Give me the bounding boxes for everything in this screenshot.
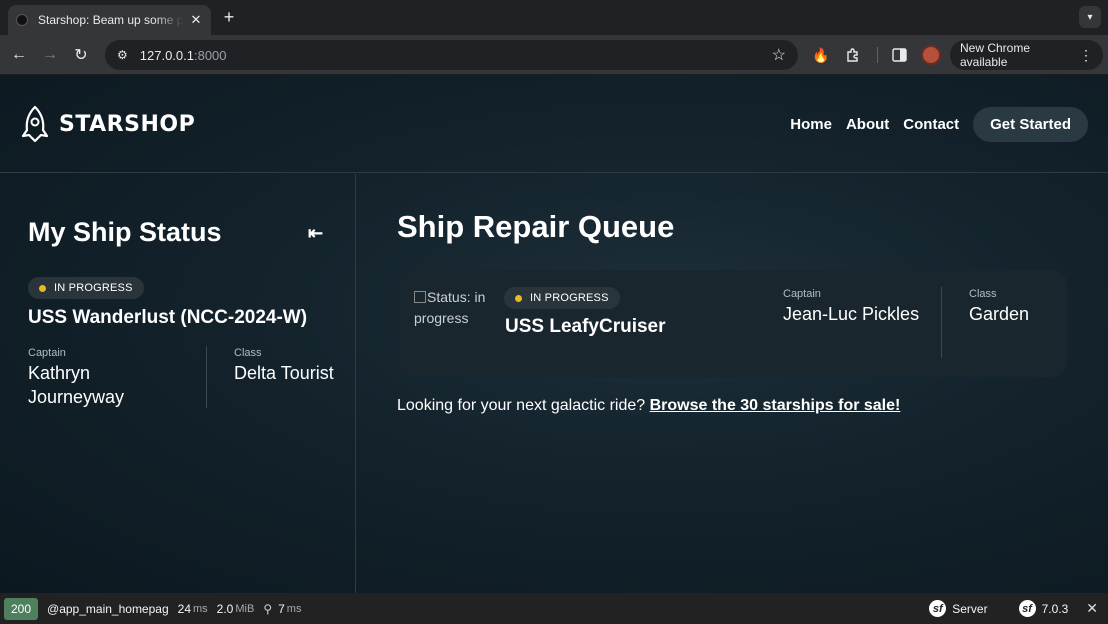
browser-tab[interactable]: Starshop: Beam up some parts ✕ bbox=[8, 5, 211, 35]
request-time[interactable]: 24 ms bbox=[178, 602, 208, 616]
captain-value: Kathryn Journeyway bbox=[28, 363, 125, 407]
memory-usage[interactable]: 2.0 MiB bbox=[217, 602, 255, 616]
status-badge: IN PROGRESS bbox=[28, 277, 144, 299]
symfony-logo-icon: sf bbox=[929, 600, 947, 617]
forward-icon[interactable]: → bbox=[38, 43, 62, 67]
nav-home-link[interactable]: Home bbox=[790, 116, 832, 133]
update-label: New Chrome available bbox=[960, 41, 1031, 69]
browser-toolbar: ← → ↻ ⚙ 127.0.0.1:8000 ☆ 🔥 New Chrome av… bbox=[0, 35, 1108, 75]
sidebar-title: My Ship Status bbox=[28, 217, 222, 247]
class-label: Class bbox=[234, 347, 262, 359]
status-dot-icon bbox=[39, 284, 46, 292]
symfony-version[interactable]: sf 7.0.3 bbox=[1018, 600, 1068, 617]
nav-contact-link[interactable]: Contact bbox=[903, 116, 959, 133]
promo-text: Looking for your next galactic ride? Bro… bbox=[397, 397, 901, 414]
status-image-broken: Status: in progress bbox=[414, 289, 486, 326]
url-text[interactable]: 127.0.0.1:8000 bbox=[140, 48, 772, 63]
sidebar-class: Class Delta Tourist bbox=[234, 347, 334, 385]
symfony-debug-toolbar: 200 @app_main_homepag 24 ms 2.0 MiB ⚲ 7 ms … bbox=[0, 593, 1108, 624]
site-logo[interactable]: STARSHOP bbox=[20, 105, 195, 143]
browse-starships-link[interactable]: Browse the 30 starships for sale! bbox=[650, 397, 901, 414]
browser-tab-strip: Starshop: Beam up some parts ✕ + ▾ bbox=[0, 0, 1108, 35]
close-tab-icon[interactable]: ✕ bbox=[189, 12, 203, 28]
chrome-update-button[interactable]: New Chrome available ⋮ bbox=[950, 40, 1103, 70]
site-header: STARSHOP Home About Contact Get Started bbox=[0, 75, 1108, 173]
symfony-logo-icon: sf bbox=[1018, 600, 1036, 617]
sidebar-divider bbox=[206, 346, 207, 408]
reload-icon[interactable]: ↻ bbox=[69, 43, 93, 67]
events-timing[interactable]: ⚲ 7 ms bbox=[263, 602, 301, 616]
side-panel-icon[interactable] bbox=[889, 45, 909, 65]
captain-value: Jean-Luc Pickles bbox=[783, 304, 920, 324]
nav-about-link[interactable]: About bbox=[846, 116, 889, 133]
repair-queue-card[interactable]: Status: in progress IN PROGRESS USS Leaf… bbox=[397, 270, 1067, 377]
http-status-badge[interactable]: 200 bbox=[4, 597, 39, 620]
site-favicon-icon bbox=[16, 14, 28, 26]
status-dot-icon bbox=[515, 294, 522, 302]
main-content: Ship Repair Queue Status: in progress IN… bbox=[357, 174, 1108, 593]
card-divider bbox=[941, 287, 942, 358]
bookmark-star-icon[interactable]: ☆ bbox=[772, 45, 786, 65]
class-label: Class bbox=[969, 288, 997, 300]
site-settings-icon[interactable]: ⚙ bbox=[117, 48, 128, 62]
tab-search-icon[interactable]: ▾ bbox=[1079, 6, 1101, 28]
page-title: Ship Repair Queue bbox=[397, 209, 675, 244]
tab-title: Starshop: Beam up some parts bbox=[38, 13, 183, 27]
card-captain: Captain Jean-Luc Pickles bbox=[783, 288, 933, 326]
captain-label: Captain bbox=[28, 347, 66, 359]
get-started-button[interactable]: Get Started bbox=[973, 107, 1088, 142]
toolbar-divider bbox=[877, 47, 878, 63]
sidebar-ship-name: USS Wanderlust (NCC-2024-W) bbox=[28, 307, 308, 328]
close-toolbar-icon[interactable]: ✕ bbox=[1086, 600, 1098, 617]
class-value: Garden bbox=[969, 304, 1030, 324]
toolbar-right-group: sf Server sf 7.0.3 ✕ bbox=[920, 593, 1108, 624]
extension-flame-icon[interactable]: 🔥 bbox=[811, 45, 831, 65]
broken-image-icon bbox=[414, 291, 426, 303]
page-viewport: STARSHOP Home About Contact Get Started … bbox=[0, 75, 1108, 593]
extensions-puzzle-icon[interactable] bbox=[843, 45, 863, 65]
sidebar-captain: Captain Kathryn Journeyway bbox=[28, 347, 188, 409]
collapse-sidebar-icon[interactable]: ⇤ bbox=[308, 223, 323, 244]
new-tab-icon[interactable]: + bbox=[220, 7, 238, 28]
address-bar[interactable]: ⚙ 127.0.0.1:8000 ☆ bbox=[105, 40, 798, 70]
brand-name: STARSHOP bbox=[59, 111, 196, 137]
events-branch-icon: ⚲ bbox=[263, 601, 273, 616]
menu-dots-icon[interactable]: ⋮ bbox=[1079, 47, 1093, 64]
ship-status-sidebar: My Ship Status ⇤ IN PROGRESS USS Wanderl… bbox=[0, 174, 356, 593]
route-name[interactable]: @app_main_homepag bbox=[47, 602, 169, 616]
status-badge-label: IN PROGRESS bbox=[54, 282, 133, 294]
main-nav: Home About Contact Get Started bbox=[776, 107, 1088, 142]
card-ship-name[interactable]: USS LeafyCruiser bbox=[505, 316, 666, 338]
card-status-badge: IN PROGRESS bbox=[504, 287, 620, 309]
profile-avatar[interactable] bbox=[921, 45, 941, 65]
captain-label: Captain bbox=[783, 288, 821, 300]
class-value: Delta Tourist bbox=[234, 363, 334, 383]
back-icon[interactable]: ← bbox=[7, 43, 31, 67]
card-class: Class Garden bbox=[969, 288, 1059, 326]
rocket-logo-icon bbox=[21, 105, 49, 143]
card-status-label: IN PROGRESS bbox=[530, 292, 609, 304]
server-item[interactable]: sf Server bbox=[929, 600, 988, 617]
